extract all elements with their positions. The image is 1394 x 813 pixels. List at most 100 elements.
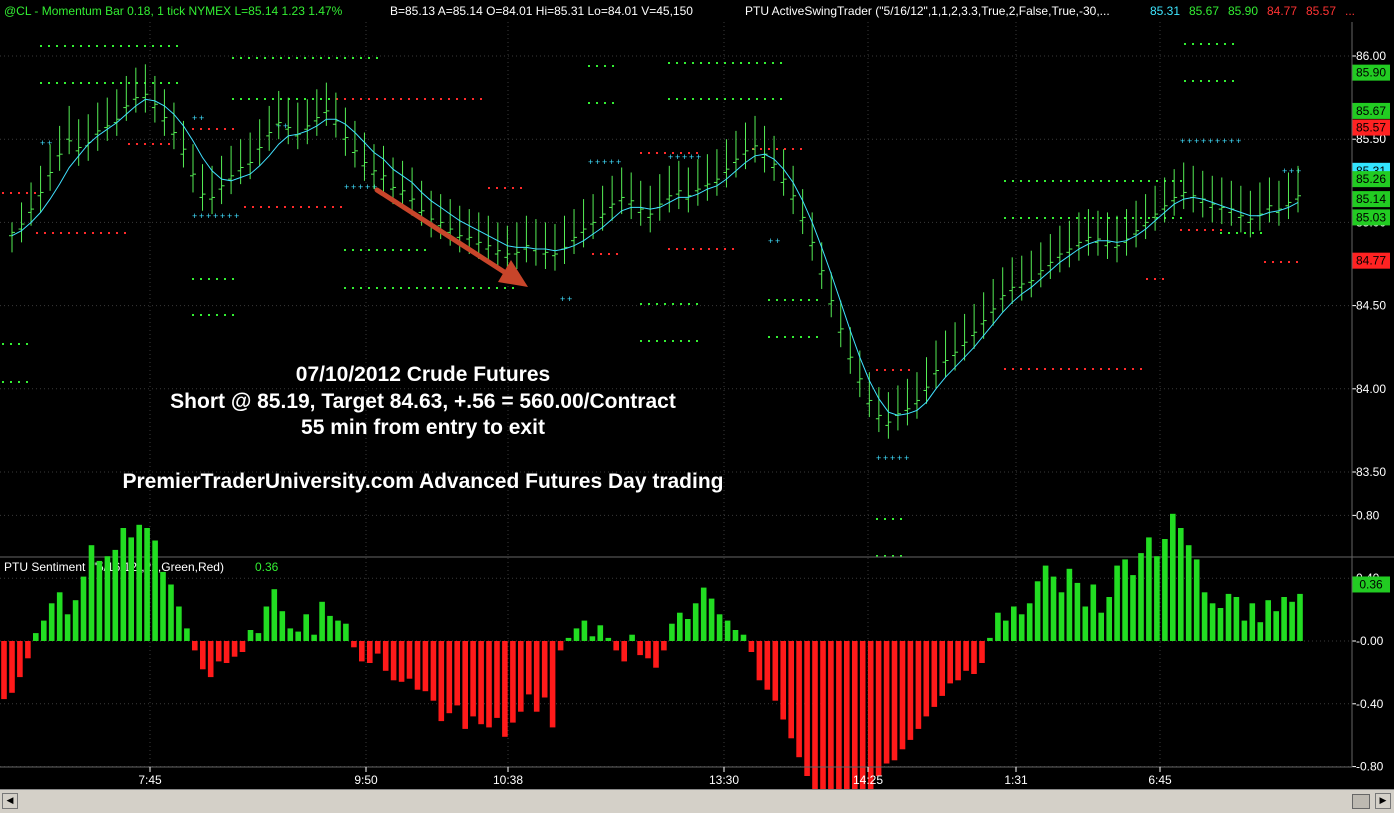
sentiment-bar <box>995 612 1001 641</box>
level-dot <box>764 62 766 64</box>
level-dot <box>604 102 606 104</box>
level-dot <box>208 128 210 130</box>
sentiment-bar <box>637 641 643 656</box>
level-plus: + <box>689 152 694 162</box>
level-dot <box>92 232 94 234</box>
level-plus: + <box>220 211 225 221</box>
level-dot <box>612 65 614 67</box>
sentiment-bar <box>184 628 190 641</box>
level-dot <box>1184 43 1186 45</box>
level-dot <box>68 232 70 234</box>
level-dot <box>376 249 378 251</box>
level-dot <box>648 340 650 342</box>
sentiment-bar <box>1193 559 1200 641</box>
level-dot <box>408 98 410 100</box>
level-dot <box>1044 180 1046 182</box>
level-dot <box>1132 180 1134 182</box>
level-dot <box>424 287 426 289</box>
level-dot <box>176 82 178 84</box>
level-dot <box>26 381 28 383</box>
time-axis-tick: 14:25 <box>853 773 883 787</box>
sentiment-axis-tick: -0.40 <box>1356 697 1384 711</box>
header-quote: B=85.13 A=85.14 O=84.01 Hi=85.31 Lo=84.0… <box>390 4 693 18</box>
sentiment-bar <box>804 641 810 776</box>
chart-header: @CL - Momentum Bar 0.18, 1 tick NYMEX L=… <box>4 4 1355 18</box>
level-dot <box>340 206 342 208</box>
level-dot <box>232 278 234 280</box>
sentiment-bar <box>812 641 818 792</box>
level-dot <box>612 102 614 104</box>
level-dot <box>708 248 710 250</box>
level-dot <box>448 287 450 289</box>
level-dot <box>344 287 346 289</box>
level-dot <box>44 232 46 234</box>
level-dot <box>1068 368 1070 370</box>
sentiment-bar <box>1066 568 1073 641</box>
annotation-line-4: PremierTraderUniversity.com Advanced Fut… <box>122 470 723 493</box>
sentiment-bar <box>160 571 166 641</box>
level-dot <box>756 98 758 100</box>
sentiment-bar <box>470 641 476 717</box>
level-dot <box>268 206 270 208</box>
price-marker-label: 85.03 <box>1356 210 1386 224</box>
level-dot <box>400 287 402 289</box>
level-dot <box>288 57 290 59</box>
sentiment-bar <box>390 641 397 681</box>
level-dot <box>18 192 20 194</box>
level-dot <box>692 248 694 250</box>
level-dot <box>276 206 278 208</box>
sentiment-axis-tick: -0.00 <box>1356 634 1384 648</box>
level-plus: + <box>682 152 687 162</box>
scroll-right-button[interactable]: ▶ <box>1375 793 1391 809</box>
level-dot <box>344 98 346 100</box>
level-dot <box>408 287 410 289</box>
level-plus: + <box>675 152 680 162</box>
level-dot <box>1220 229 1222 231</box>
sentiment-bar <box>645 641 651 659</box>
time-axis-tick: 13:30 <box>709 773 739 787</box>
level-dot <box>112 82 114 84</box>
level-dot <box>324 206 326 208</box>
level-dot <box>772 62 774 64</box>
level-dot <box>1084 217 1086 219</box>
level-dot <box>120 45 122 47</box>
sentiment-bar <box>772 641 779 701</box>
level-dot <box>248 98 250 100</box>
level-dot <box>1296 261 1298 263</box>
level-dot <box>884 518 886 520</box>
sentiment-bar <box>844 641 850 812</box>
level-dot <box>780 62 782 64</box>
level-plus: + <box>40 138 45 148</box>
scroll-left-button[interactable]: ◀ <box>2 793 18 809</box>
level-dot <box>244 206 246 208</box>
sentiment-bar <box>692 603 699 641</box>
level-dot <box>10 381 12 383</box>
sentiment-bar <box>144 528 150 641</box>
sentiment-bar <box>207 641 214 678</box>
sentiment-bar <box>343 623 349 641</box>
sentiment-bar <box>621 641 627 662</box>
sentiment-bar <box>1 641 7 700</box>
sentiment-bar <box>319 601 325 642</box>
level-plus: + <box>1282 166 1287 176</box>
level-dot <box>352 249 354 251</box>
sentiment-bar <box>573 628 580 641</box>
level-dot <box>664 340 666 342</box>
sentiment-bar <box>223 641 230 663</box>
level-dot <box>668 62 670 64</box>
sentiment-bar <box>215 641 222 662</box>
level-dot <box>672 303 674 305</box>
sentiment-bar <box>136 524 142 641</box>
horizontal-scrollbar[interactable]: ◀ ▶ <box>0 789 1394 813</box>
level-dot <box>56 82 58 84</box>
level-dot <box>1084 368 1086 370</box>
scroll-thumb[interactable] <box>1352 794 1370 809</box>
sentiment-bar <box>287 628 294 641</box>
level-dot <box>1154 278 1156 280</box>
level-dot <box>26 192 28 194</box>
level-dot <box>900 518 902 520</box>
price-marker-label: 85.14 <box>1356 192 1386 206</box>
price-marker-label: 85.67 <box>1356 104 1386 118</box>
level-dot <box>34 192 36 194</box>
level-dot <box>416 287 418 289</box>
